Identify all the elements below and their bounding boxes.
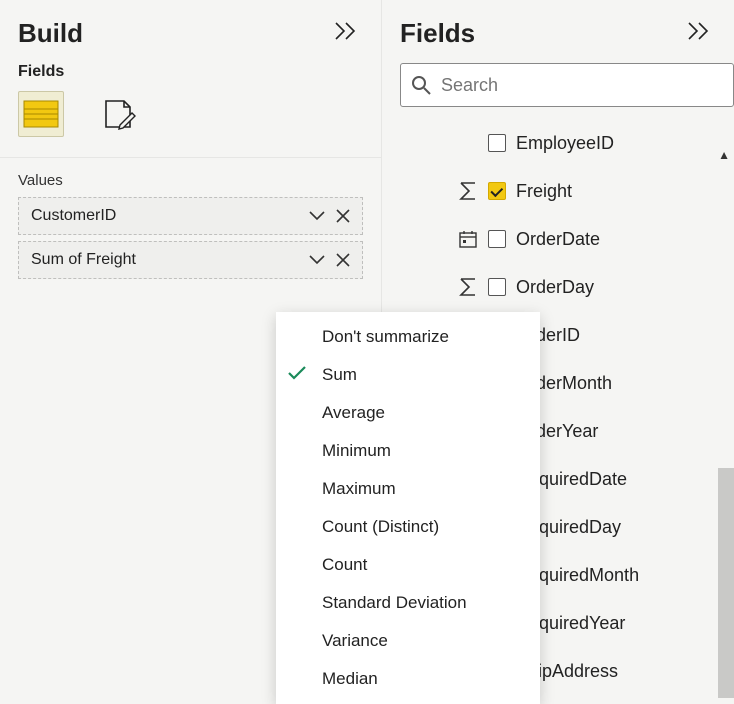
values-well: CustomerID Sum of Freight xyxy=(0,197,381,285)
sigma-icon xyxy=(458,182,478,200)
field-label: EmployeeID xyxy=(516,133,614,154)
field-row[interactable]: EmployeeID xyxy=(382,119,734,167)
field-label: OrderDate xyxy=(516,229,600,250)
context-menu-item[interactable]: Variance xyxy=(276,622,540,660)
value-pill-remove[interactable] xyxy=(330,203,356,229)
field-checkbox[interactable] xyxy=(488,278,506,296)
field-row[interactable]: OrderDate xyxy=(382,215,734,263)
value-pill-label: CustomerID xyxy=(31,207,304,225)
value-pill-dropdown[interactable] xyxy=(304,203,330,229)
value-pill-label: Sum of Freight xyxy=(31,251,304,269)
visual-tools-row xyxy=(0,87,381,151)
build-title: Build xyxy=(18,18,83,49)
close-icon xyxy=(336,209,350,223)
divider xyxy=(0,157,381,158)
collapse-fields-button[interactable] xyxy=(684,18,714,49)
chevron-down-icon xyxy=(309,211,325,221)
table-visual-tool[interactable] xyxy=(18,91,64,137)
close-icon xyxy=(336,253,350,267)
context-menu-item[interactable]: Average xyxy=(276,394,540,432)
context-menu-item-label: Minimum xyxy=(322,441,391,461)
calendar-icon xyxy=(458,230,478,248)
field-checkbox[interactable] xyxy=(488,134,506,152)
field-checkbox[interactable] xyxy=(488,230,506,248)
search-icon xyxy=(401,75,441,95)
context-menu-item[interactable]: Count xyxy=(276,546,540,584)
document-pencil-icon xyxy=(102,99,136,129)
fields-subheader: Fields xyxy=(0,57,381,87)
context-menu-item-label: Median xyxy=(322,669,378,689)
checkmark-icon xyxy=(288,365,306,385)
fields-title: Fields xyxy=(400,18,475,49)
context-menu-item-label: Maximum xyxy=(322,479,396,499)
field-label: Freight xyxy=(516,181,572,202)
context-menu-item-label: Variance xyxy=(322,631,388,651)
search-input[interactable] xyxy=(441,75,733,96)
context-menu-item-label: Don't summarize xyxy=(322,327,449,347)
context-menu-item[interactable]: Don't summarize xyxy=(276,318,540,356)
context-menu-item-label: Sum xyxy=(322,365,357,385)
value-pill-dropdown[interactable] xyxy=(304,247,330,273)
values-label: Values xyxy=(0,168,381,197)
context-menu-item[interactable]: Maximum xyxy=(276,470,540,508)
context-menu-item[interactable]: Sum xyxy=(276,356,540,394)
aggregation-context-menu: Don't summarize Sum Average Minimum Maximum C… xyxy=(276,312,540,704)
context-menu-item-label: Count (Distinct) xyxy=(322,517,439,537)
context-menu-item[interactable]: Median xyxy=(276,660,540,698)
context-menu-item[interactable]: Minimum xyxy=(276,432,540,470)
context-menu-item[interactable]: Standard Deviation xyxy=(276,584,540,622)
field-row[interactable]: Freight xyxy=(382,167,734,215)
context-menu-item[interactable]: Count (Distinct) xyxy=(276,508,540,546)
chevron-down-icon xyxy=(309,255,325,265)
context-menu-item-label: Standard Deviation xyxy=(322,593,467,613)
field-row[interactable]: OrderDay xyxy=(382,263,734,311)
value-pill-remove[interactable] xyxy=(330,247,356,273)
context-menu-item-label: Average xyxy=(322,403,385,423)
collapse-build-button[interactable] xyxy=(331,18,361,49)
search-input-wrap[interactable] xyxy=(400,63,734,107)
sigma-icon xyxy=(458,278,478,296)
scroll-up-caret[interactable]: ▲ xyxy=(718,148,730,162)
scrollbar-thumb[interactable] xyxy=(718,468,734,698)
edit-visual-tool[interactable] xyxy=(96,91,142,137)
field-checkbox[interactable] xyxy=(488,182,506,200)
table-icon xyxy=(24,101,58,127)
context-menu-item-label: Count xyxy=(322,555,367,575)
value-pill[interactable]: CustomerID xyxy=(18,197,363,235)
field-label: OrderDay xyxy=(516,277,594,298)
value-pill[interactable]: Sum of Freight xyxy=(18,241,363,279)
